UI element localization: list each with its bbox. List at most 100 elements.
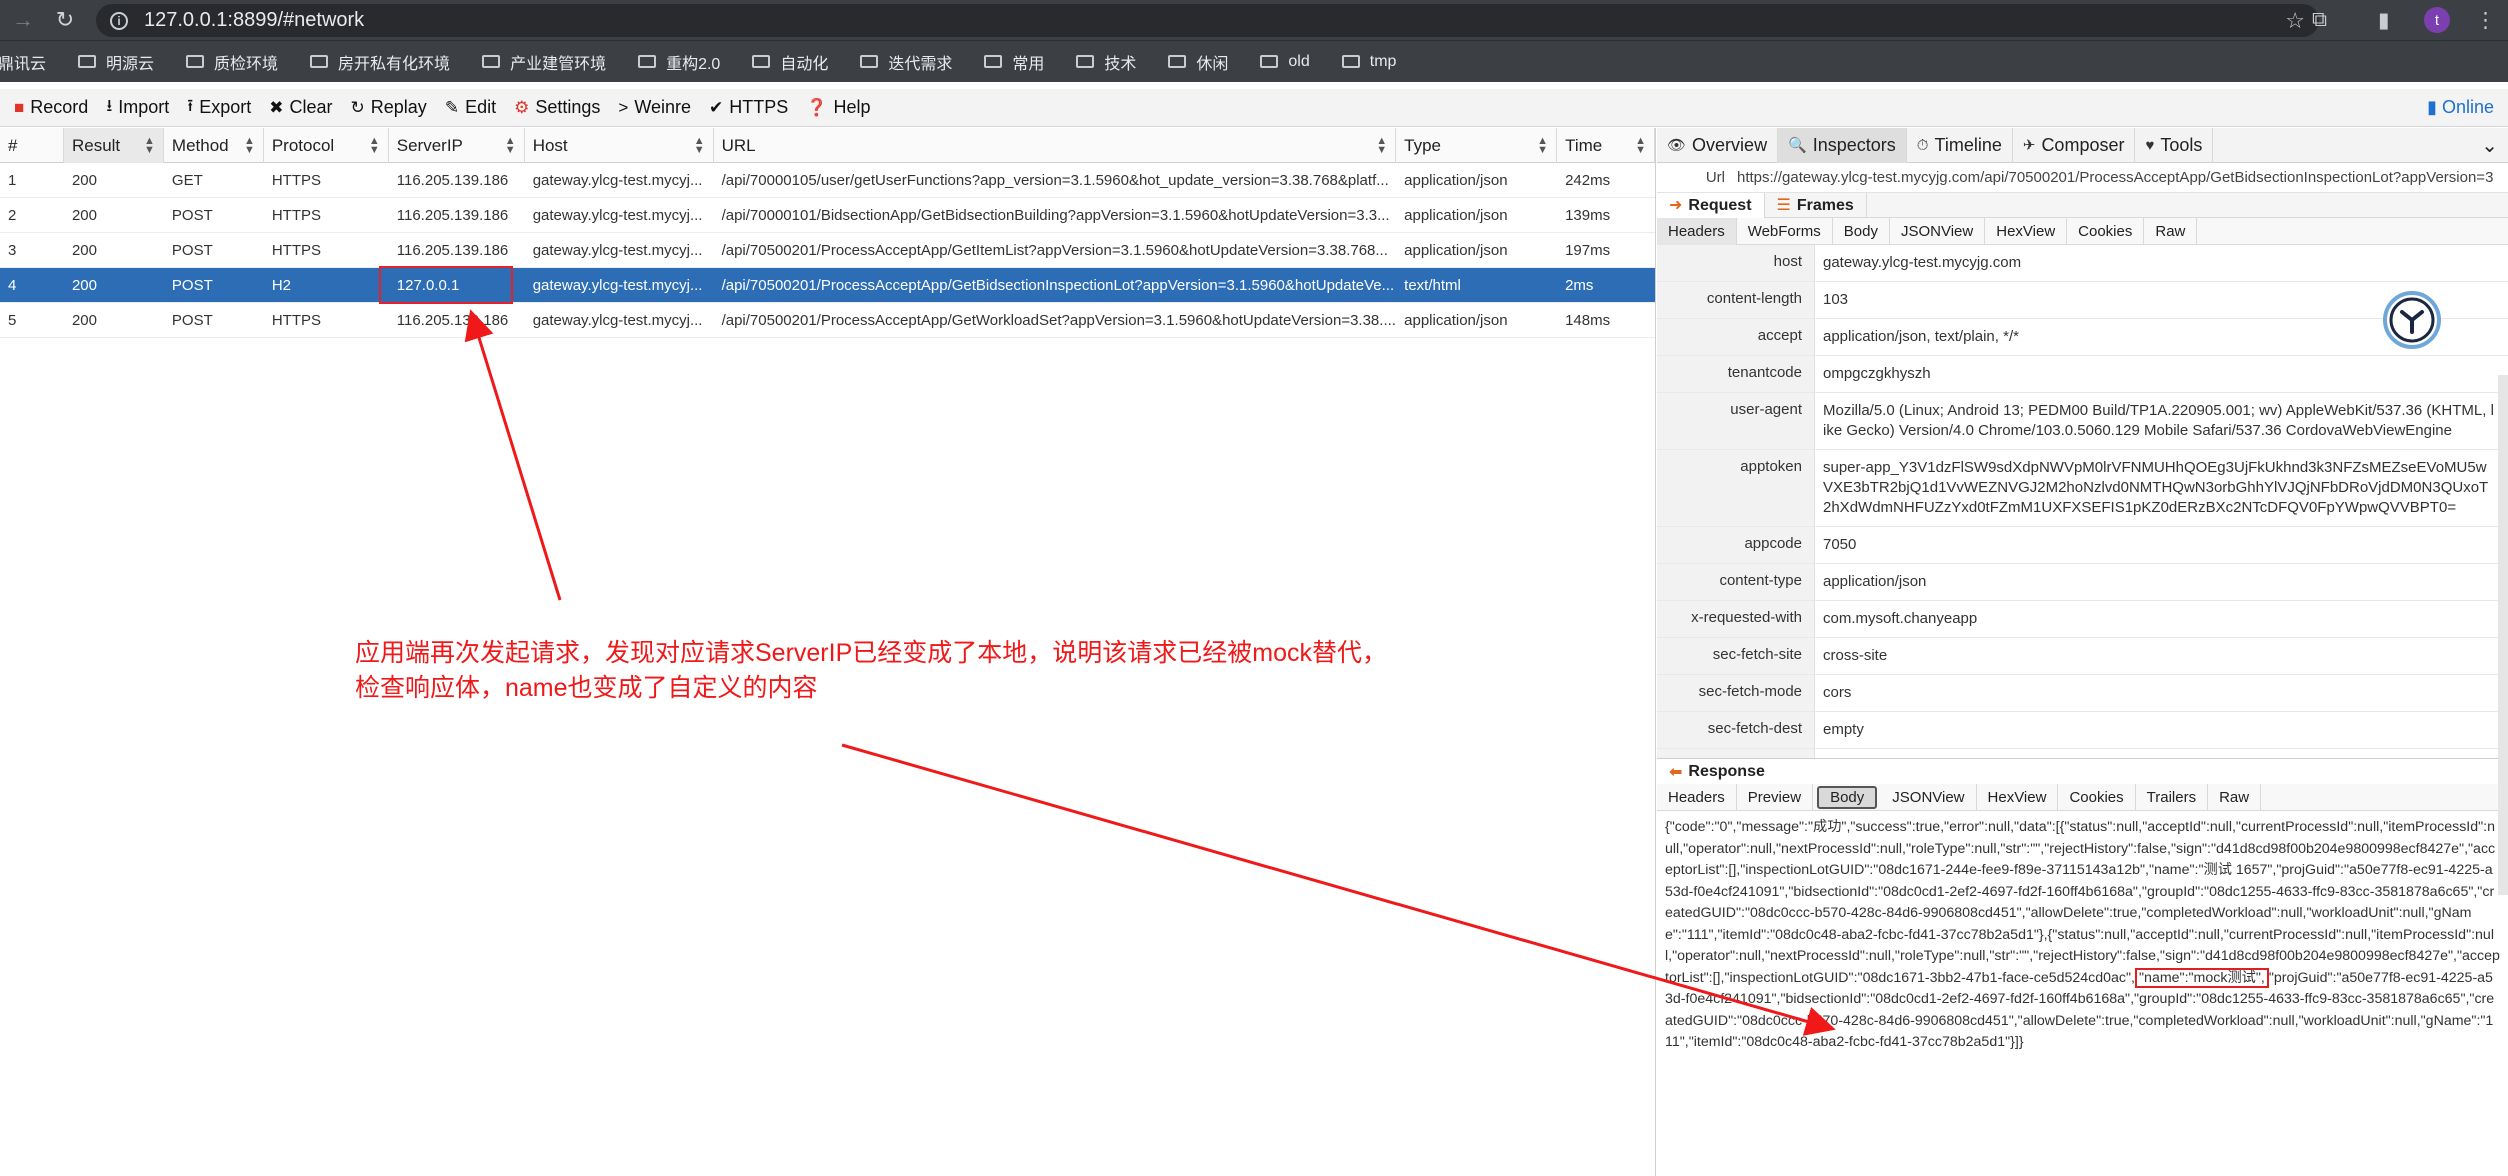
tab-overview[interactable]: 👁 Overview [1657, 127, 1779, 163]
header-row: accept application/json, text/plain, */* [1657, 319, 2508, 356]
bookmark-6[interactable]: 自动化 [752, 50, 828, 74]
help-button[interactable]: ❓ Help [806, 97, 870, 118]
tab-timeline[interactable]: ⏱ Timeline [1907, 127, 2013, 163]
bookmark-12[interactable]: tmp [1341, 53, 1396, 71]
clear-button[interactable]: ✖ Clear [269, 97, 332, 118]
column-header-1[interactable]: Result ▲ ▼ [63, 128, 164, 163]
table-cell: gateway.ylcg-test.mycyj... [532, 172, 703, 189]
subtab-raw[interactable]: Raw [2208, 783, 2262, 811]
table-row[interactable]: 5 200 POST HTTPS 116.205.139.186 gateway.ylcg… [0, 303, 1655, 338]
whistle-logo-icon[interactable] [2382, 290, 2442, 350]
header-value[interactable]: 7050 [1815, 527, 2508, 563]
header-value[interactable]: ompgczgkhyszh [1815, 356, 2508, 392]
export-button[interactable]: ⭱ Export [187, 93, 251, 122]
header-value[interactable]: cross-site [1815, 638, 2508, 674]
subtab-body[interactable]: Body [1833, 217, 1890, 245]
headers-scrollbar[interactable] [2498, 375, 2508, 895]
table-body: 1 200 GET HTTPS 116.205.139.186 gateway.ylcg-… [0, 163, 1655, 338]
tab-inspectors[interactable]: 🔍 Inspectors [1778, 127, 1907, 163]
bookmark-1[interactable]: 明源云 [78, 50, 154, 74]
header-value[interactable]: empty [1815, 712, 2508, 748]
menu-icon[interactable]: ⋮ [2475, 8, 2496, 33]
subtab-jsonview[interactable]: JSONView [1881, 783, 1977, 811]
bookmark-2[interactable]: 质检环境 [186, 50, 278, 74]
table-row[interactable]: 4 200 POST H2 127.0.0.1 gateway.ylcg-test.myc… [0, 268, 1655, 303]
address-url[interactable]: 127.0.0.1:8899/#network [144, 9, 364, 32]
bookmark-label: 鼎讯云 [0, 55, 47, 73]
table-row[interactable]: 1 200 GET HTTPS 116.205.139.186 gateway.ylcg-… [0, 163, 1655, 198]
import-button[interactable]: ⭳ Import [106, 93, 169, 122]
column-header-5[interactable]: Host ▲ ▼ [525, 128, 714, 163]
column-header-label: Method [171, 136, 229, 155]
avatar[interactable]: t [2424, 7, 2450, 33]
bookmark-star-icon[interactable]: ☆ [2285, 8, 2305, 34]
subtab-hexview[interactable]: HexView [1977, 783, 2059, 811]
frames-tab[interactable]: ☰ Frames [1765, 192, 1867, 218]
url-value[interactable]: https://gateway.ylcg-test.mycyjg.com/api… [1737, 169, 2493, 186]
subtab-cookies[interactable]: Cookies [2067, 217, 2145, 245]
header-key: appcode [1657, 527, 1815, 563]
online-status[interactable]: ▮ Online [2427, 97, 2494, 118]
request-tab[interactable]: ➜ Request [1657, 192, 1765, 218]
subtab-jsonview[interactable]: JSONView [1890, 217, 1986, 245]
address-bar[interactable]: i 127.0.0.1:8899/#network ☆ [96, 4, 2319, 37]
extensions-icon[interactable]: ⧉ [2312, 8, 2327, 32]
subtab-preview[interactable]: Preview [1737, 783, 1814, 811]
column-header-8[interactable]: Time ▲ ▼ [1557, 128, 1655, 163]
bookmark-7[interactable]: 迭代需求 [860, 50, 952, 74]
header-value[interactable]: cors [1815, 675, 2508, 711]
table-cell: /api/70000101/BidsectionApp/GetBidsectio… [721, 207, 1390, 224]
column-header-7[interactable]: Type ▲ ▼ [1396, 128, 1558, 163]
header-value[interactable]: com.mysoft.chanyeapp [1815, 601, 2508, 637]
chevron-down-icon[interactable]: ⌄ [2481, 133, 2498, 158]
sidepanel-icon[interactable]: ▮ [2378, 8, 2390, 33]
reload-icon[interactable]: ↻ [42, 0, 88, 40]
header-value[interactable]: Mozilla/5.0 (Linux; Android 13; PEDM00 B… [1815, 393, 2508, 449]
header-value[interactable]: super-app_Y3V1dzFlSW9sdXdpNWVpM0lrVFNMUH… [1815, 450, 2508, 526]
subtab-raw[interactable]: Raw [2144, 217, 2198, 245]
table-cell: /api/70000105/user/getUserFunctions?app_… [721, 172, 1389, 189]
subtab-trailers[interactable]: Trailers [2136, 783, 2209, 811]
record-button[interactable]: ■ Record [14, 97, 88, 118]
eye-icon: 👁 [1667, 137, 1687, 154]
https-button[interactable]: ✔ HTTPS [709, 97, 788, 118]
table-row[interactable]: 2 200 POST HTTPS 116.205.139.186 gateway.ylcg… [0, 198, 1655, 233]
header-row: sec-fetch-dest empty [1657, 712, 2508, 749]
site-info-icon[interactable]: i [110, 11, 128, 30]
column-header-3[interactable]: Protocol ▲ ▼ [264, 128, 389, 163]
column-header-2[interactable]: Method ▲ ▼ [164, 128, 264, 163]
column-header-6[interactable]: URL ▲ ▼ [714, 128, 1397, 163]
table-row[interactable]: 3 200 POST HTTPS 116.205.139.186 gateway.ylcg… [0, 233, 1655, 268]
header-value[interactable]: application/json [1815, 564, 2508, 600]
header-key: x-requested-with [1657, 601, 1815, 637]
tab-tools[interactable]: ♥ Tools [2135, 127, 2214, 163]
bookmark-10[interactable]: 休闲 [1168, 50, 1228, 74]
subtab-hexview[interactable]: HexView [1985, 217, 2068, 245]
bookmark-11[interactable]: old [1260, 53, 1310, 71]
subtab-cookies[interactable]: Cookies [2058, 783, 2136, 811]
forward-icon[interactable]: → [0, 0, 46, 40]
subtab-body[interactable]: Body [1817, 785, 1878, 809]
bookmark-5[interactable]: 重构2.0 [638, 50, 720, 74]
header-value[interactable]: gateway.ylcg-test.mycyjg.com [1815, 245, 2508, 281]
settings-button[interactable]: ⚙ Settings [514, 97, 600, 118]
weinre-button[interactable]: > Weinre [618, 97, 691, 118]
bookmark-8[interactable]: 常用 [984, 50, 1044, 74]
folder-icon [482, 55, 501, 68]
edit-button[interactable]: ✎ Edit [445, 97, 496, 118]
tab-composer[interactable]: ✈ Composer [2013, 127, 2136, 163]
column-header-0[interactable]: # [0, 128, 64, 163]
folder-icon [752, 55, 771, 68]
replay-button[interactable]: ↻ Replay [351, 97, 427, 118]
header-key: sec-fetch-site [1657, 638, 1815, 674]
subtab-webforms[interactable]: WebForms [1737, 217, 1833, 245]
bookmark-0[interactable]: 鼎讯云 [0, 50, 46, 74]
bookmark-3[interactable]: 房开私有化环境 [310, 50, 450, 74]
bookmark-4[interactable]: 产业建管环境 [482, 50, 606, 74]
subtab-headers[interactable]: Headers [1657, 783, 1737, 811]
response-body[interactable]: {"code":"0","message":"成功","success":tru… [1657, 811, 2508, 1141]
subtab-headers[interactable]: Headers [1657, 217, 1737, 245]
column-header-4[interactable]: ServerIP ▲ ▼ [389, 128, 525, 163]
header-value[interactable]: gzip [1815, 749, 2508, 758]
bookmark-9[interactable]: 技术 [1076, 50, 1136, 74]
